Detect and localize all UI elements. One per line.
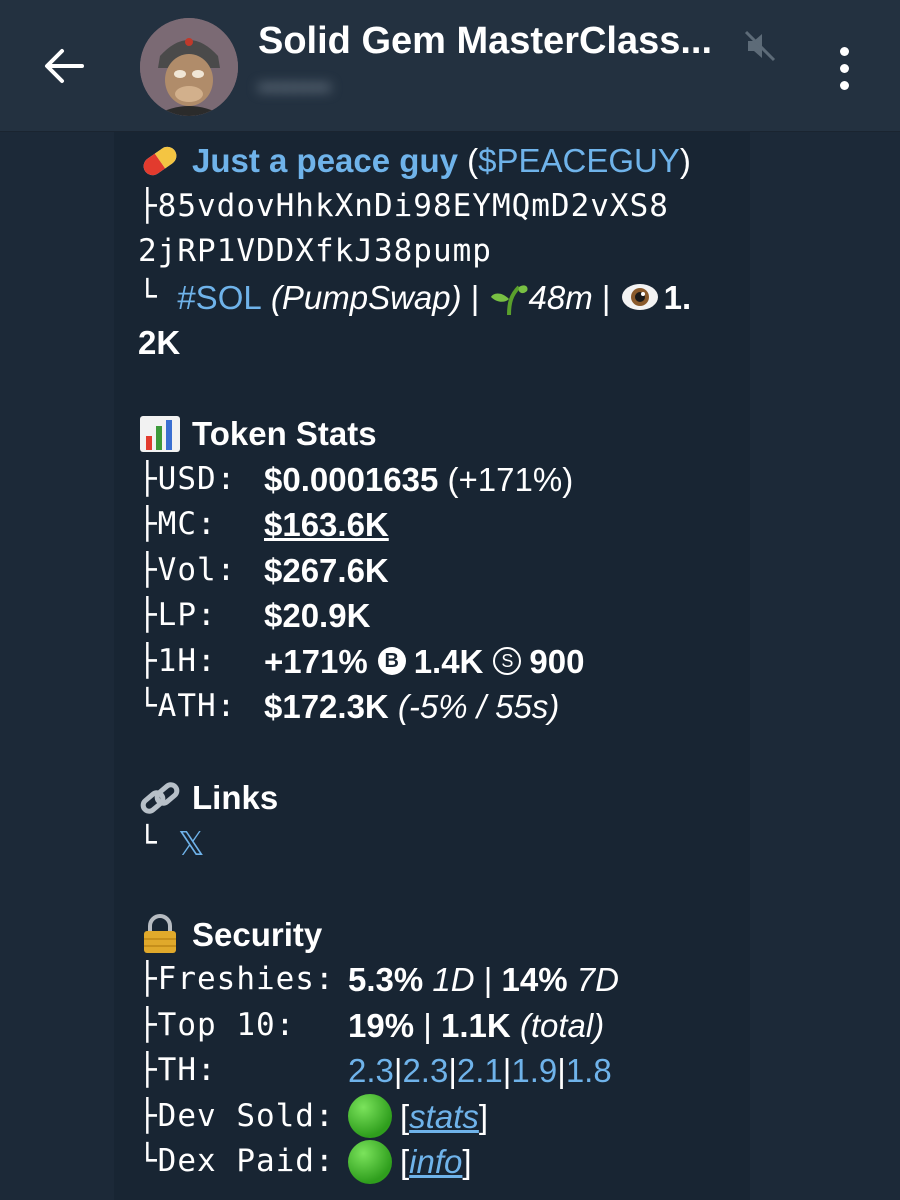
sells-icon: S bbox=[493, 647, 522, 676]
stat-1h: ├1H: +171% B 1.4K S 900 bbox=[138, 639, 738, 685]
x-link[interactable]: 𝕏 bbox=[178, 821, 205, 867]
more-options-button[interactable] bbox=[820, 38, 868, 98]
top-holder-link[interactable]: 1.9 bbox=[511, 1048, 557, 1094]
stats-link[interactable]: stats bbox=[409, 1094, 479, 1140]
links-line: └ 𝕏 bbox=[138, 821, 738, 867]
token-line: Just a peace guy ( $PEACEGUY ) bbox=[138, 138, 738, 184]
token-age: 48m bbox=[528, 278, 593, 316]
top-holder-link[interactable]: 2.3 bbox=[348, 1048, 394, 1094]
buys-count: 1.4K bbox=[413, 642, 484, 680]
chat-title[interactable]: Solid Gem MasterClass... bbox=[258, 20, 758, 63]
chain-line: └ #SOL (PumpSwap) | 48m | 1. bbox=[138, 275, 738, 321]
link-icon bbox=[140, 782, 180, 814]
chain-hashtag[interactable]: #SOL bbox=[177, 275, 261, 321]
chat-subtitle-blurred: •••••••• bbox=[258, 72, 331, 102]
stat-lp: ├LP: $20.9K bbox=[138, 593, 738, 639]
ath-value: $172.3K bbox=[264, 688, 389, 725]
token-name-link[interactable]: Just a peace guy bbox=[192, 138, 458, 184]
freshies-row: ├Freshies: 5.3% 1D | 14% 7D bbox=[138, 961, 619, 998]
dev-sold-row: ├Dev Sold: [stats] bbox=[138, 1094, 738, 1140]
seedling-icon bbox=[490, 285, 528, 316]
avatar[interactable] bbox=[140, 18, 238, 116]
stat-usd: ├USD: $0.0001635 (+171%) bbox=[138, 457, 738, 503]
contract-address-line-2[interactable]: 2jRP1VDDXfkJ38pump bbox=[138, 229, 738, 275]
ape-avatar-icon bbox=[140, 18, 238, 116]
top-holders-row: ├TH: 2.3 | 2.3 | 2.1 | 1.9 | 1.8 bbox=[138, 1048, 738, 1094]
back-arrow-icon bbox=[45, 49, 84, 83]
eye-icon bbox=[621, 284, 658, 311]
top10-row: ├Top 10: 19% | 1.1K (total) bbox=[138, 1006, 605, 1044]
sells-count: 900 bbox=[529, 642, 585, 680]
info-link[interactable]: info bbox=[409, 1139, 462, 1185]
lock-icon bbox=[144, 914, 176, 954]
green-circle-icon bbox=[348, 1139, 392, 1184]
green-circle-icon bbox=[348, 1094, 392, 1139]
dex-paid-row: └Dex Paid: [info] bbox=[138, 1139, 738, 1185]
buys-icon: B bbox=[377, 647, 406, 676]
top-holder-link[interactable]: 2.3 bbox=[402, 1048, 448, 1094]
usd-price: $0.0001635 bbox=[264, 460, 439, 498]
ticker-link[interactable]: $PEACEGUY bbox=[478, 138, 680, 184]
more-vertical-icon bbox=[839, 46, 849, 56]
liquidity: $20.9K bbox=[264, 597, 371, 634]
view-count: 1. bbox=[663, 278, 692, 316]
bar-chart-icon bbox=[140, 415, 180, 452]
token-stats-heading: Token Stats bbox=[138, 411, 738, 457]
message-content: Just a peace guy ( $PEACEGUY ) ├85vdovHh… bbox=[138, 138, 738, 1185]
links-heading: Links bbox=[138, 775, 738, 821]
mute-icon bbox=[740, 26, 780, 66]
stat-ath: └ATH: $172.3K (-5% / 55s) bbox=[138, 684, 738, 730]
top-holder-link[interactable]: 1.8 bbox=[566, 1048, 612, 1094]
dex-name: (PumpSwap) bbox=[261, 278, 462, 316]
security-heading: Security bbox=[138, 912, 738, 958]
market-cap-link[interactable]: $163.6K bbox=[264, 502, 389, 548]
stat-vol: ├Vol: $267.6K bbox=[138, 548, 738, 594]
back-button[interactable] bbox=[34, 36, 94, 96]
volume: $267.6K bbox=[264, 551, 389, 589]
stat-mc: ├MC: $163.6K bbox=[138, 502, 738, 548]
contract-address-line-1[interactable]: ├85vdovHhkXnDi98EYMQmD2vXS8 bbox=[138, 184, 738, 230]
chat-header: Solid Gem MasterClass... •••••••• bbox=[0, 0, 900, 132]
change-1h: +171% bbox=[264, 642, 368, 680]
pill-icon bbox=[143, 146, 177, 175]
view-count-cont: 2K bbox=[138, 324, 181, 361]
top-holder-link[interactable]: 2.1 bbox=[457, 1048, 503, 1094]
